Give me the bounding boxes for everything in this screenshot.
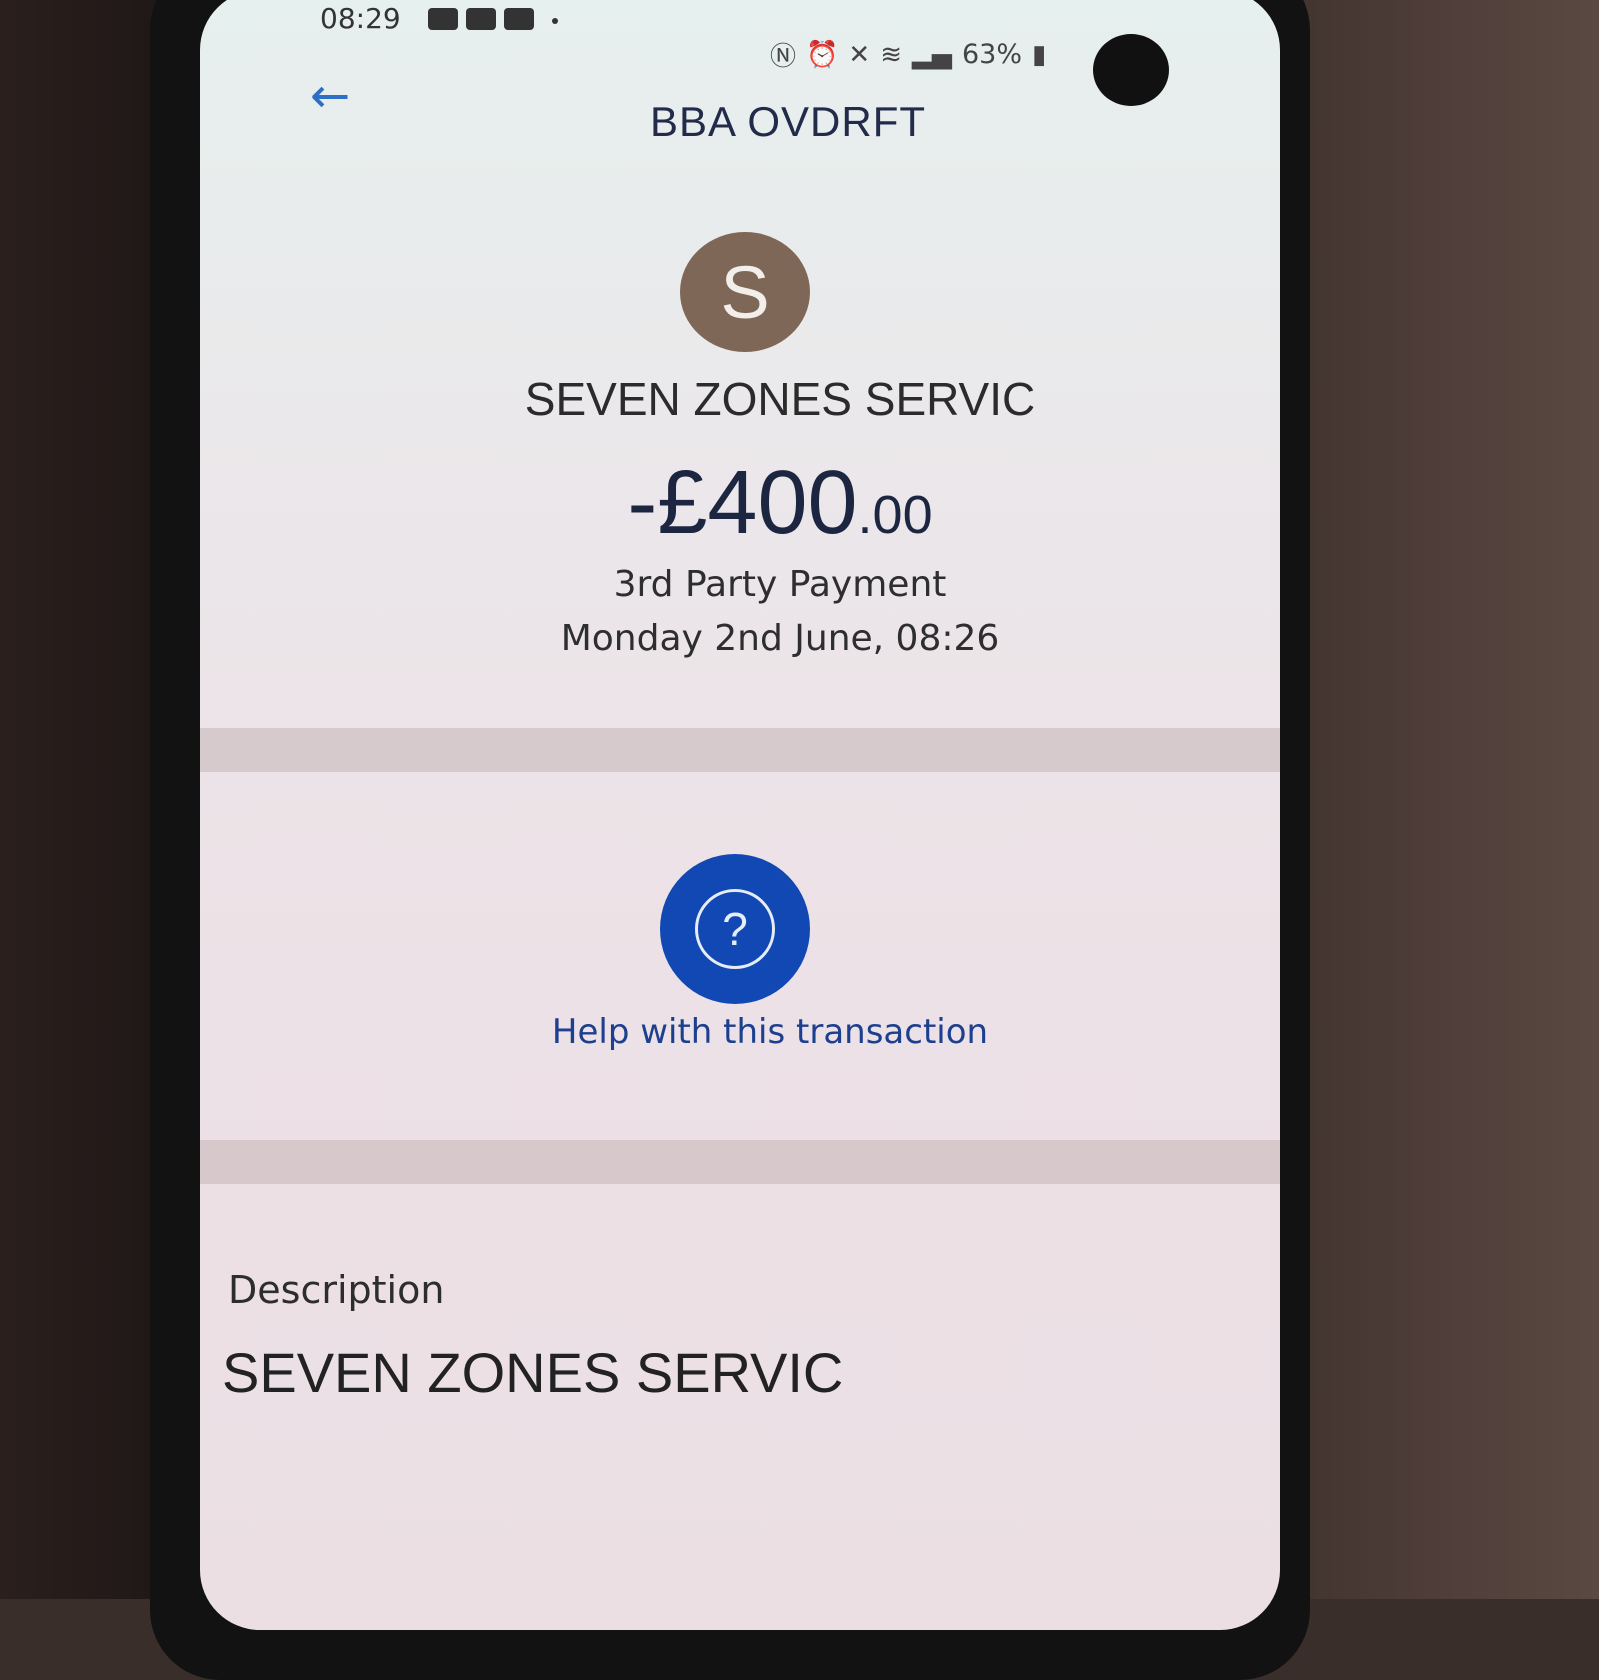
transaction-date: Monday 2nd June, 08:26	[560, 618, 1000, 659]
status-bar: 08:29 Ⓝ ⏰ ✕ ≋ ▂▄ 63% ▮	[200, 0, 1280, 106]
system-icons: Ⓝ ⏰ ✕ ≋ ▂▄ 63% ▮	[770, 36, 1046, 73]
transaction-type: 3rd Party Payment	[613, 564, 947, 605]
merchant-name: SEVEN ZONES SERVIC	[524, 373, 1036, 425]
youtube-icon	[466, 8, 496, 30]
more-notifications-dot	[552, 18, 558, 24]
amount-main: -£400	[627, 453, 858, 553]
mail-icon	[428, 8, 458, 30]
battery-percent: 63%	[961, 39, 1022, 70]
youtube-icon	[504, 8, 534, 30]
section-divider	[200, 728, 1280, 772]
camera-cutout	[1093, 34, 1169, 106]
merchant-initial: S	[720, 250, 770, 334]
battery-icon: ▮	[1032, 39, 1047, 70]
question-icon: ?	[695, 889, 775, 969]
merchant-avatar: S	[680, 232, 810, 352]
description-label: Description	[228, 1268, 445, 1312]
mute-icon: ✕	[848, 39, 871, 70]
nfc-icon: Ⓝ	[770, 42, 797, 72]
section-divider	[200, 1140, 1280, 1184]
signal-icon: ▂▄	[911, 39, 952, 70]
wifi-icon: ≋	[880, 39, 902, 70]
amount-pence: .00	[857, 485, 933, 545]
transaction-amount: -£400.00	[200, 452, 1280, 555]
status-time: 08:29	[320, 2, 401, 35]
notification-icons	[428, 8, 558, 30]
description-value: SEVEN ZONES SERVIC	[222, 1341, 844, 1404]
page-title: BBA OVDRFT	[649, 98, 927, 145]
alarm-icon: ⏰	[806, 39, 839, 70]
help-label[interactable]: Help with this transaction	[200, 1012, 1280, 1052]
description-section: Description SEVEN ZONES SERVIC	[200, 1190, 1280, 1520]
phone-screen: 08:29 Ⓝ ⏰ ✕ ≋ ▂▄ 63% ▮ ← BBA OVDRFT S SE…	[200, 0, 1280, 1630]
help-button[interactable]: ?	[660, 854, 810, 1004]
